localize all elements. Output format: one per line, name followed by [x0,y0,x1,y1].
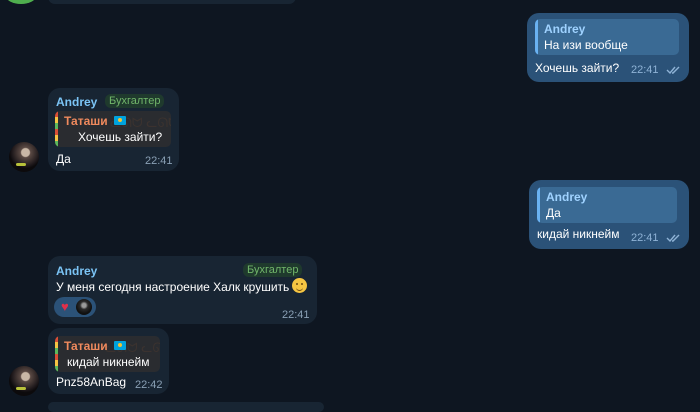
reply-bar [535,19,538,55]
reply-text: кидай никнейм [67,355,150,369]
message-time: 22:41 [631,232,659,244]
role-badge: Бухгалтер [105,94,165,108]
message-bubble-incoming[interactable]: ᓚᘏᗢ ᓚᘏᗢ Таташи кидай никнейм Pnz58AnBag … [48,328,169,394]
message-text: Хочешь зайти? [535,61,620,75]
sender-name[interactable]: Andrey [56,95,97,109]
reply-bar [55,111,58,147]
kazakhstan-flag-icon [114,341,126,350]
partial-message-bubble [48,402,324,412]
reply-text: Хочешь зайти? [78,130,163,144]
sender-name[interactable]: Andrey [56,264,97,278]
reply-author: Andrey [546,190,588,204]
avatar[interactable] [9,366,39,396]
reply-author: Таташи [64,114,108,128]
reply-text: На изи вообще [544,38,628,52]
heart-icon[interactable]: ♥ [61,299,69,314]
message-bubble-outgoing[interactable]: Andrey На изи вообще Хочешь зайти? 22:41 [527,13,689,82]
grinning-emoji-icon [292,278,307,293]
message-time: 22:41 [145,155,173,167]
reply-preview[interactable]: Andrey На изи вообще [535,19,679,55]
role-badge: Бухгалтер [243,263,303,277]
reply-preview[interactable]: ᓚᘏᗢ ᓚᘏᗢ Таташи Хочешь зайти? [55,111,171,147]
reply-text: Да [546,206,561,220]
reaction-avatar [76,299,92,315]
message-bubble-incoming[interactable]: Andrey Бухгалтер ᓚᘏᗢ ᓚᘏᗢ Таташи Хочешь з… [48,88,179,171]
reply-preview[interactable]: ᓚᘏᗢ ᓚᘏᗢ Таташи кидай никнейм [55,336,160,372]
message-bubble-outgoing[interactable]: Andrey Да кидай никнейм 22:41 [529,180,689,249]
message-time: 22:42 [135,379,163,391]
reactions-bar[interactable]: ♥ [54,297,96,317]
reply-bar [537,187,540,223]
avatar[interactable] [9,142,39,172]
double-check-icon [666,234,680,243]
reply-author: Andrey [544,22,586,36]
reply-bar [55,336,58,372]
message-time: 22:41 [631,64,659,76]
partial-avatar [6,0,36,4]
message-text: Да [56,152,71,166]
message-text: Pnz58AnBag [56,375,127,389]
reply-preview[interactable]: Andrey Да [537,187,677,223]
message-time: 22:41 [282,309,310,321]
message-text: У меня сегодня настроение Халк крушить [56,280,290,294]
reply-author: Таташи [64,339,108,353]
kazakhstan-flag-icon [114,116,126,125]
double-check-icon [666,66,680,75]
partial-message-bubble [48,0,296,4]
message-text: кидай никнейм [537,227,620,241]
